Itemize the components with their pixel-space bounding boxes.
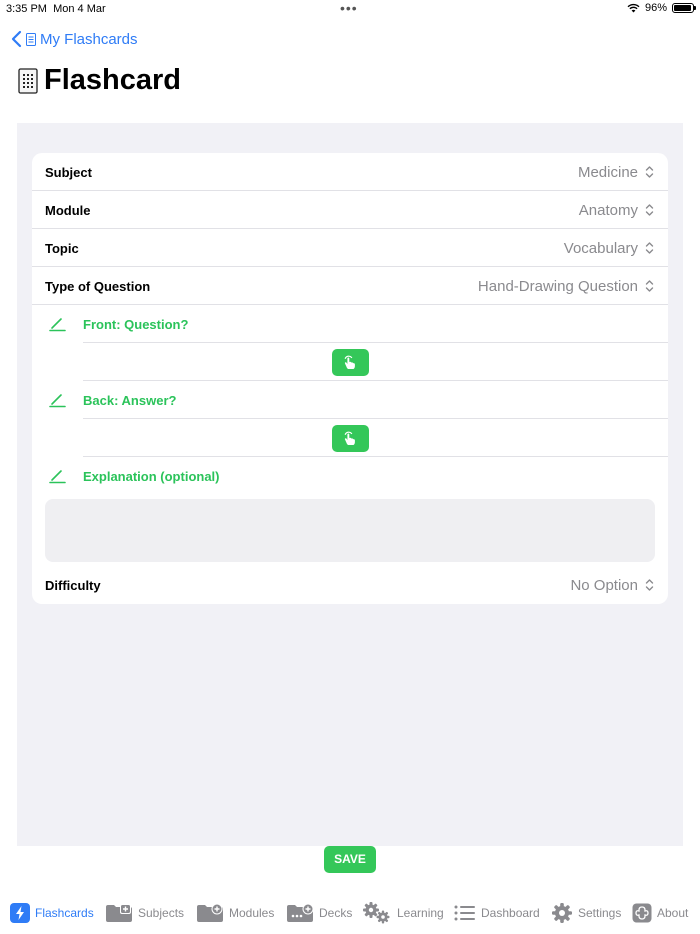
tab-subjects[interactable]: Subjects [105,902,184,924]
folder-plus-icon [197,903,223,922]
tab-label: Modules [229,906,275,920]
tab-label: Dashboard [481,906,540,920]
tab-settings[interactable]: Settings [551,902,621,924]
status-bar: 3:35 PM Mon 4 Mar ••• 96% [0,0,700,20]
tab-bar: Flashcards Subjects Modules Decks Learni… [0,896,700,934]
form-card: Subject Medicine Module Anatomy Topic Vo… [32,153,668,604]
difficulty-label: Difficulty [45,578,101,593]
lightning-icon [10,903,30,923]
chevron-updown-icon [645,280,654,292]
chevron-updown-icon [645,204,654,216]
chevron-updown-icon [645,579,654,591]
back-draw-button[interactable] [332,425,369,452]
gears-icon [363,902,390,924]
form-panel: Subject Medicine Module Anatomy Topic Vo… [17,123,683,846]
subject-picker[interactable]: Subject Medicine [32,153,668,191]
back-answer-field[interactable]: Back: Answer? [32,381,668,419]
chevron-updown-icon [645,166,654,178]
status-time: 3:35 PM Mon 4 Mar [6,3,106,15]
question-type-picker[interactable]: Type of Question Hand-Drawing Question [32,267,668,305]
front-question-label: Front: Question? [83,317,189,332]
chevron-left-icon [11,30,22,48]
tab-learning[interactable]: Learning [362,902,444,924]
tab-label: Decks [319,906,353,920]
question-type-value: Hand-Drawing Question [477,278,638,295]
front-question-field[interactable]: Front: Question? [32,305,668,343]
subject-label: Subject [45,165,92,180]
explanation-field[interactable]: Explanation (optional) [32,457,668,495]
back-label: My Flashcards [40,30,138,48]
status-indicators: 96% [627,2,696,14]
hand-tap-icon [344,431,355,445]
chevron-updown-icon [645,242,654,254]
multitasking-dots[interactable]: ••• [340,0,358,16]
tab-modules[interactable]: Modules [196,902,274,924]
folder-dots-icon [287,903,314,922]
pencil-line-icon [49,394,66,408]
pencil-line-icon [49,470,66,484]
page-title: Flashcard [44,64,181,96]
tab-about[interactable]: About [632,902,688,924]
about-icon [632,903,652,923]
back-draw-row [32,419,668,457]
topic-picker[interactable]: Topic Vocabulary [32,229,668,267]
module-label: Module [45,203,91,218]
tab-dashboard[interactable]: Dashboard [454,902,540,924]
subject-value: Medicine [577,164,638,181]
front-draw-button[interactable] [332,349,369,376]
flashcard-grid-icon [18,67,38,94]
document-icon [26,32,36,46]
tab-label: Flashcards [35,906,94,920]
gear-icon [552,903,572,923]
module-picker[interactable]: Module Anatomy [32,191,668,229]
front-draw-row [32,343,668,381]
wifi-icon [627,3,640,13]
topic-label: Topic [45,241,79,256]
tab-label: Settings [578,906,622,920]
explanation-label: Explanation (optional) [83,469,220,484]
folder-plus-icon [106,904,132,922]
battery-percent: 96% [644,2,667,14]
tab-label: About [657,906,689,920]
topic-value: Vocabulary [563,240,638,257]
list-icon [454,905,475,921]
difficulty-value: No Option [570,577,638,594]
pencil-line-icon [49,318,66,332]
module-value: Anatomy [578,202,638,219]
back-answer-label: Back: Answer? [83,393,177,408]
tab-flashcards[interactable]: Flashcards [10,902,94,924]
tab-decks[interactable]: Decks [286,902,352,924]
tab-label: Learning [397,906,444,920]
explanation-textarea[interactable] [45,499,655,562]
hand-tap-icon [344,355,355,369]
difficulty-picker[interactable]: Difficulty No Option [32,566,668,604]
save-button[interactable]: SAVE [324,846,376,873]
page-header: Flashcard [18,64,181,97]
question-type-label: Type of Question [45,279,151,294]
battery-icon [672,3,696,13]
tab-label: Subjects [138,906,185,920]
back-button[interactable]: My Flashcards [10,29,138,49]
status-date: Mon 4 Mar [53,3,106,15]
